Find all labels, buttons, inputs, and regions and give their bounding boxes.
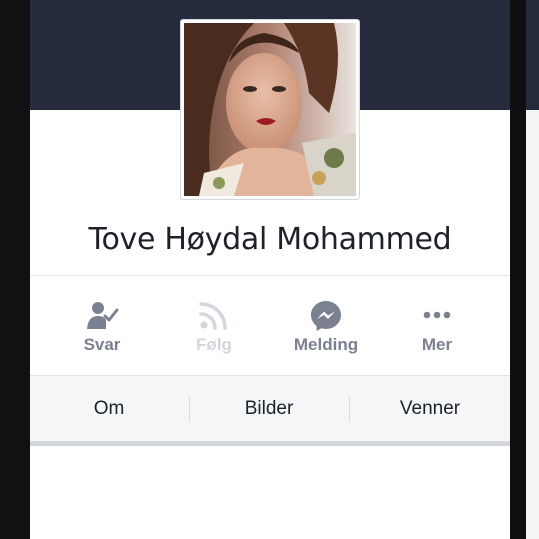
divider — [30, 275, 510, 276]
follow-button[interactable]: Følg — [159, 290, 269, 370]
messenger-icon — [311, 301, 341, 331]
follow-label: Følg — [196, 335, 232, 354]
profile-picture[interactable] — [180, 19, 360, 200]
profile-screen: Tove Høydal Mohammed Svar Følg Melding M… — [30, 0, 510, 539]
tab-about[interactable]: Om — [30, 376, 188, 442]
profile-actions: Svar Følg Melding Mer — [30, 290, 510, 370]
device-bezel-right — [510, 0, 539, 539]
respond-button[interactable]: Svar — [47, 290, 157, 370]
more-dots-icon — [423, 311, 451, 319]
more-label: Mer — [421, 335, 453, 354]
profile-content-area — [30, 446, 510, 539]
more-button[interactable]: Mer — [382, 290, 492, 370]
next-card-peek — [526, 110, 539, 539]
profile-photo-image — [184, 23, 356, 196]
device-bezel-left — [0, 0, 30, 539]
profile-tabs: Om Bilder Venner — [30, 375, 510, 441]
next-card-cover-peek — [526, 0, 539, 110]
tab-photos[interactable]: Bilder — [190, 376, 348, 442]
rss-follow-icon — [199, 302, 227, 330]
respond-label: Svar — [83, 335, 121, 354]
profile-name: Tove Høydal Mohammed — [88, 222, 452, 257]
friend-request-respond-icon — [87, 302, 119, 329]
tab-friends[interactable]: Venner — [350, 376, 510, 442]
message-button[interactable]: Melding — [271, 290, 381, 370]
message-label: Melding — [293, 335, 359, 354]
